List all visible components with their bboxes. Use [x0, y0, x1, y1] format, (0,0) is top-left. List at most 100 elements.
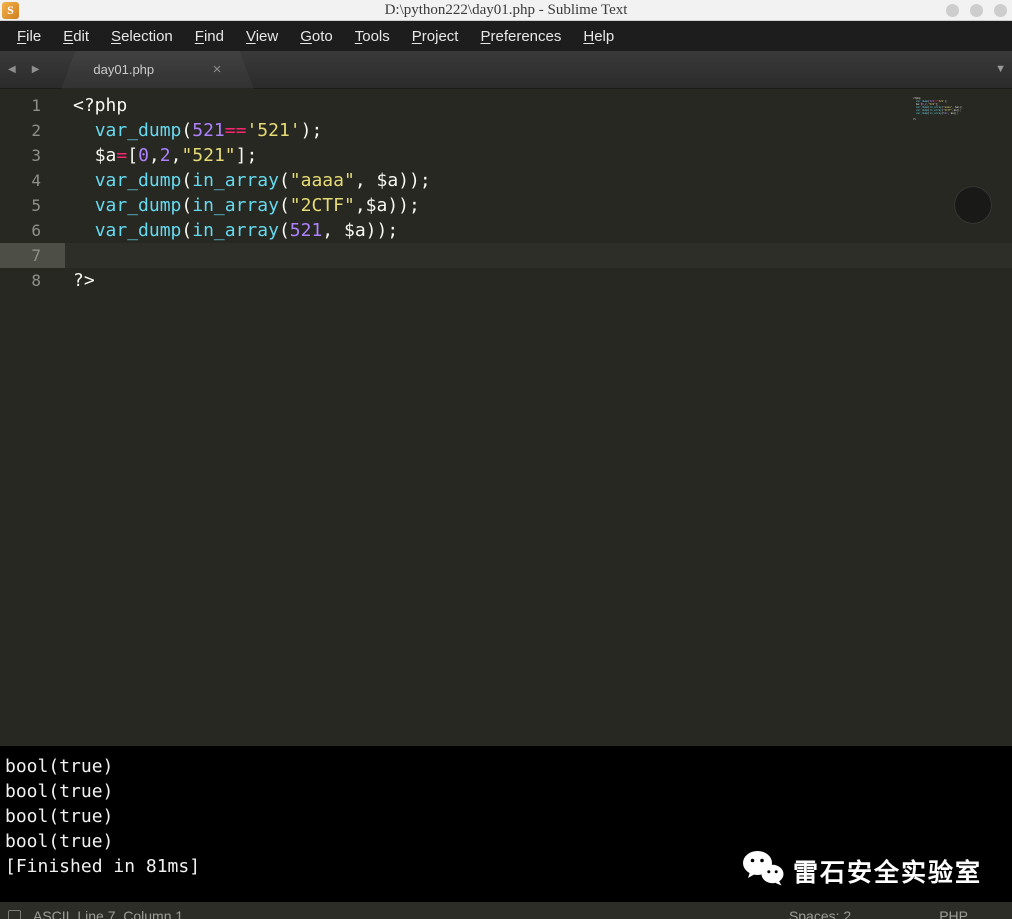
code-token: $a: [366, 195, 388, 216]
code-token: ,: [149, 145, 160, 166]
code-line-5[interactable]: 5 var_dump(in_array("2CTF",$a));: [0, 193, 1012, 218]
code-token: in_array: [192, 220, 279, 241]
line-number: 7: [0, 243, 65, 268]
code-token: (: [181, 170, 192, 191]
code-token: ?>: [913, 118, 916, 121]
code-token: ));: [954, 112, 959, 115]
code-token: "aaaa": [290, 170, 355, 191]
tabbar: ◀ ▶ day01.php × ▼: [0, 51, 1012, 89]
code-token: [73, 220, 95, 241]
tab-list-dropdown-icon[interactable]: ▼: [995, 63, 1006, 75]
code-token: var_dump: [95, 120, 182, 141]
menu-file[interactable]: File: [6, 28, 52, 45]
code-text: ?>: [73, 268, 95, 293]
output-line: bool(true): [5, 804, 1012, 829]
menu-goto[interactable]: Goto: [289, 28, 344, 45]
menu-selection[interactable]: Selection: [100, 28, 184, 45]
watermark-text: 雷石安全实验室: [793, 853, 982, 889]
code-text: var_dump(in_array("2CTF",$a));: [73, 193, 420, 218]
status-indent[interactable]: Spaces: 2: [789, 908, 851, 919]
code-token: ,: [322, 220, 344, 241]
code-token: 521: [192, 120, 225, 141]
window-title: D:\python222\day01.php - Sublime Text: [0, 2, 1012, 19]
sublime-logo-icon: S: [2, 2, 19, 19]
minimize-button[interactable]: [946, 4, 959, 17]
menu-edit[interactable]: Edit: [52, 28, 100, 45]
code-token: ,: [171, 145, 182, 166]
window-controls: [946, 4, 1012, 17]
minimap[interactable]: <?php var_dump(521=='521'); $a=[0,2,"521…: [913, 97, 965, 121]
code-token: var_dump: [95, 195, 182, 216]
code-token: ,: [355, 195, 366, 216]
menu-help[interactable]: Help: [572, 28, 625, 45]
menu-preferences[interactable]: Preferences: [469, 28, 572, 45]
code-line-3[interactable]: 3 $a=[0,2,"521"];: [0, 143, 1012, 168]
code-token: in_array: [930, 112, 942, 115]
code-token: (: [181, 195, 192, 216]
menu-find[interactable]: Find: [184, 28, 235, 45]
maximize-button[interactable]: [970, 4, 983, 17]
status-syntax[interactable]: PHP: [939, 908, 968, 919]
code-line-8[interactable]: 8?>: [0, 268, 1012, 293]
code-token: (: [279, 195, 290, 216]
code-line-4[interactable]: 4 var_dump(in_array("aaaa", $a));: [0, 168, 1012, 193]
code-token: (: [279, 170, 290, 191]
code-token: $a: [344, 220, 366, 241]
code-line-7[interactable]: 7: [0, 243, 1012, 268]
code-line-1[interactable]: 1 <?php: [0, 93, 1012, 118]
code-text: <?php: [73, 93, 127, 118]
code-token: =: [116, 145, 127, 166]
code-token: [73, 170, 95, 191]
code-token: in_array: [192, 195, 279, 216]
menubar: FileEditSelectionFindViewGotoToolsProjec…: [0, 21, 1012, 51]
code-token: ];: [236, 145, 258, 166]
code-token: '521': [246, 120, 300, 141]
code-token: ));: [366, 220, 399, 241]
line-number: 5: [0, 193, 65, 218]
tab-label: day01.php: [93, 62, 154, 77]
code-text: var_dump(521=='521');: [73, 118, 322, 143]
menu-project[interactable]: Project: [401, 28, 470, 45]
menu-tools[interactable]: Tools: [344, 28, 401, 45]
statusbar: ASCII, Line 7, Column 1 Spaces: 2 PHP: [0, 902, 1012, 919]
overlay-circle: [954, 186, 992, 224]
code-token: <?php: [73, 95, 127, 116]
tab-scroll-right-icon[interactable]: ▶: [24, 64, 48, 75]
code-line-2[interactable]: 2 var_dump(521=='521');: [0, 118, 1012, 143]
code-token: ));: [398, 170, 431, 191]
status-position: ASCII, Line 7, Column 1: [33, 908, 183, 919]
code-token: );: [301, 120, 323, 141]
close-button[interactable]: [994, 4, 1007, 17]
status-panel-toggle-icon[interactable]: [8, 910, 21, 919]
code-line-6[interactable]: 6 var_dump(in_array(521, $a));: [0, 218, 1012, 243]
code-token: [: [127, 145, 138, 166]
tab-close-icon[interactable]: ×: [213, 61, 222, 78]
code-token: [73, 195, 95, 216]
code-token: 521: [290, 220, 323, 241]
code-token: "521": [181, 145, 235, 166]
code-token: var_dump: [95, 220, 182, 241]
output-line: bool(true): [5, 754, 1012, 779]
code-token: "2CTF": [290, 195, 355, 216]
editor[interactable]: 1 <?php2 var_dump(521=='521');3 $a=[0,2,"…: [0, 90, 1012, 746]
code-token: ==: [225, 120, 247, 141]
wechat-icon: [742, 850, 784, 891]
code-token: in_array: [192, 170, 279, 191]
code-token: var_dump: [916, 112, 928, 115]
tab-scroll-left-icon[interactable]: ◀: [0, 64, 24, 75]
code-token: ));: [387, 195, 420, 216]
line-number: 1: [0, 93, 65, 118]
watermark: 雷石安全实验室: [742, 850, 982, 891]
code-token: [73, 145, 95, 166]
menu-view[interactable]: View: [235, 28, 289, 45]
code-token: ?>: [73, 270, 95, 291]
line-number: 3: [0, 143, 65, 168]
code-token: [73, 120, 95, 141]
titlebar: S D:\python222\day01.php - Sublime Text: [0, 0, 1012, 21]
tab-day01[interactable]: day01.php ×: [61, 51, 253, 89]
code-token: 0: [138, 145, 149, 166]
code-text: var_dump(in_array("aaaa", $a));: [73, 168, 431, 193]
code-area[interactable]: 1 <?php2 var_dump(521=='521');3 $a=[0,2,"…: [0, 93, 1012, 293]
code-token: $a: [95, 145, 117, 166]
code-token: );: [945, 100, 948, 103]
